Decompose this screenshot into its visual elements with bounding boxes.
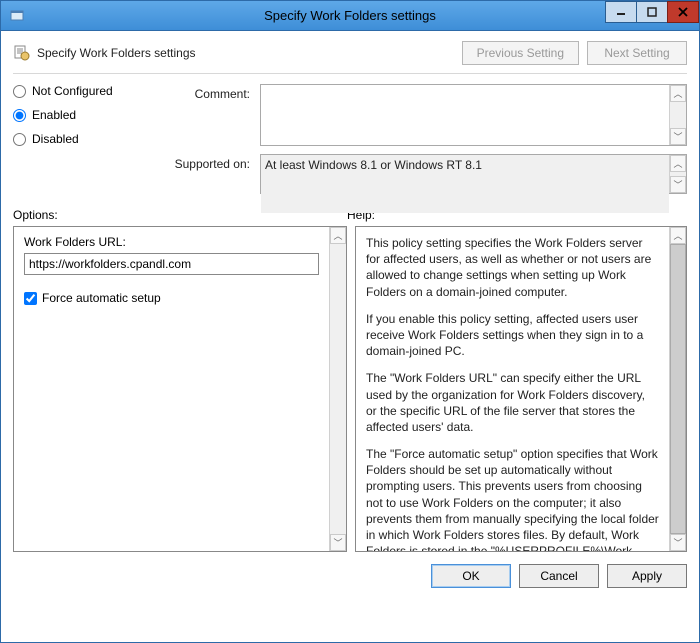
radio-not-configured[interactable]: Not Configured [13, 84, 158, 98]
divider [13, 73, 687, 74]
dialog-footer: OK Cancel Apply [1, 552, 699, 598]
scroll-down-icon[interactable]: ﹀ [670, 534, 686, 551]
supported-scrollbar[interactable]: ︿ ﹀ [669, 155, 686, 193]
radio-disabled-input[interactable] [13, 133, 26, 146]
titlebar[interactable]: Specify Work Folders settings [1, 1, 699, 31]
work-folders-url-input[interactable] [24, 253, 319, 275]
radio-disabled-label: Disabled [32, 132, 79, 146]
help-panel: This policy setting specifies the Work F… [355, 226, 687, 552]
apply-button[interactable]: Apply [607, 564, 687, 588]
radio-enabled-label: Enabled [32, 108, 76, 122]
page-title: Specify Work Folders settings [37, 46, 196, 60]
radio-enabled-input[interactable] [13, 109, 26, 122]
radio-not-configured-label: Not Configured [32, 84, 113, 98]
comment-value[interactable] [261, 85, 669, 145]
radio-enabled[interactable]: Enabled [13, 108, 158, 122]
help-text-p3: The "Work Folders URL" can specify eithe… [366, 370, 659, 435]
scroll-up-icon[interactable]: ︿ [670, 155, 686, 172]
scroll-down-icon[interactable]: ﹀ [330, 534, 346, 551]
scroll-down-icon[interactable]: ﹀ [670, 128, 686, 145]
options-scrollbar[interactable]: ︿ ﹀ [329, 227, 346, 551]
radio-not-configured-input[interactable] [13, 85, 26, 98]
scroll-up-icon[interactable]: ︿ [670, 85, 686, 102]
minimize-button[interactable] [605, 1, 637, 23]
previous-setting-button[interactable]: Previous Setting [462, 41, 579, 65]
scroll-down-icon[interactable]: ﹀ [670, 176, 686, 193]
next-setting-button[interactable]: Next Setting [587, 41, 687, 65]
state-radio-group: Not Configured Enabled Disabled [13, 84, 158, 156]
cancel-button[interactable]: Cancel [519, 564, 599, 588]
comment-textarea[interactable]: ︿ ﹀ [260, 84, 687, 146]
ok-button[interactable]: OK [431, 564, 511, 588]
help-text-p1: This policy setting specifies the Work F… [366, 235, 659, 300]
force-automatic-setup-row[interactable]: Force automatic setup [24, 291, 319, 305]
policy-icon [13, 44, 31, 62]
options-panel: Work Folders URL: Force automatic setup … [13, 226, 347, 552]
radio-disabled[interactable]: Disabled [13, 132, 158, 146]
force-automatic-setup-label: Force automatic setup [42, 291, 161, 305]
app-icon [9, 8, 25, 24]
comment-label: Comment: [164, 84, 254, 101]
maximize-button[interactable] [636, 1, 668, 23]
scroll-up-icon[interactable]: ︿ [670, 227, 686, 244]
supported-on-box: At least Windows 8.1 or Windows RT 8.1 ︿… [260, 154, 687, 194]
comment-scrollbar[interactable]: ︿ ﹀ [669, 85, 686, 145]
work-folders-url-label: Work Folders URL: [24, 235, 319, 249]
supported-label: Supported on: [164, 154, 254, 171]
window-title: Specify Work Folders settings [1, 8, 699, 23]
help-scrollbar[interactable]: ︿ ﹀ [669, 227, 686, 551]
scroll-up-icon[interactable]: ︿ [330, 227, 346, 244]
close-button[interactable] [667, 1, 699, 23]
force-automatic-setup-checkbox[interactable] [24, 292, 37, 305]
help-text-p4: The "Force automatic setup" option speci… [366, 446, 659, 551]
supported-on-value: At least Windows 8.1 or Windows RT 8.1 [261, 155, 669, 213]
help-text-p2: If you enable this policy setting, affec… [366, 311, 659, 360]
